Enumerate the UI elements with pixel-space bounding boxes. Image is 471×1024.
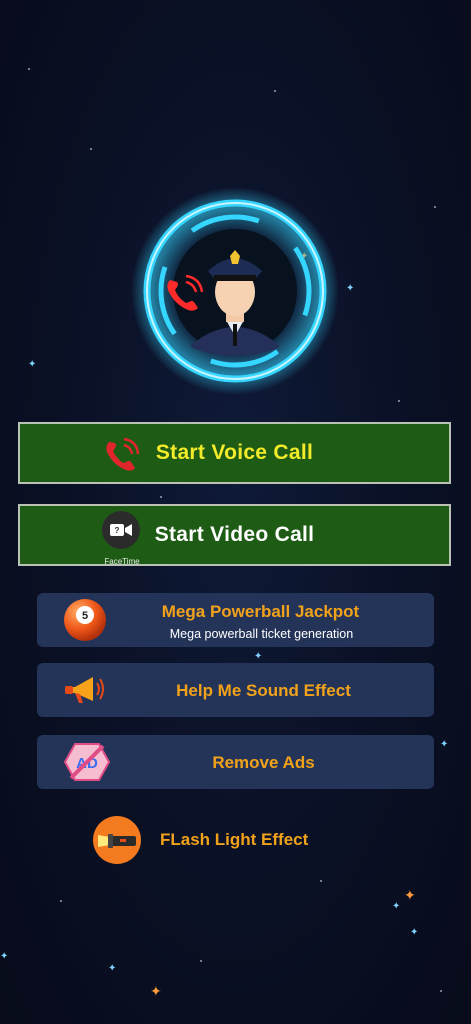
flashlight-icon	[93, 816, 141, 864]
video-call-label: Start Video Call	[154, 523, 315, 546]
jackpot-subtitle: Mega powerball ticket generation	[169, 627, 354, 641]
star-dot	[60, 900, 62, 902]
sparkle-icon: ✦	[404, 887, 416, 903]
sparkle-icon: ✦	[150, 983, 162, 999]
help-me-title: Help Me Sound Effect	[176, 681, 351, 700]
star-dot	[398, 400, 400, 402]
star-dot	[160, 496, 162, 498]
star-dot	[320, 880, 322, 882]
sparkle-icon: ✦	[0, 951, 9, 962]
star-dot	[274, 90, 276, 92]
police-call-hero[interactable]	[130, 186, 340, 396]
sparkle-icon: ✦	[440, 739, 449, 750]
police-officer-call-icon	[131, 187, 339, 395]
voice-call-label: Start Voice Call	[155, 441, 314, 464]
star-dot	[28, 68, 30, 70]
remove-ads-title: Remove Ads	[212, 753, 315, 772]
star-dot	[434, 206, 436, 208]
sparkle-icon: ✦	[392, 901, 401, 912]
remove-ads-button[interactable]: AD Remove Ads	[37, 735, 434, 789]
facetime-caption: FaceTime	[104, 557, 140, 566]
start-video-call-button[interactable]: ? FaceTime Start Video Call	[18, 504, 451, 566]
mega-powerball-jackpot-button[interactable]: 5 Mega Powerball Jackpot Mega powerball …	[37, 593, 434, 647]
sparkle-icon: ✦	[108, 963, 117, 974]
sparkle-icon: ✦	[410, 927, 419, 938]
start-voice-call-button[interactable]: Start Voice Call	[18, 422, 451, 484]
flash-light-effect-button[interactable]: FLash Light Effect	[92, 815, 352, 865]
app-screen: ✦ ✦ ✦ ✦ ✦ ✦ ✦ ✦ ✦ ✦ ✦ ✦	[0, 0, 471, 1024]
sparkle-icon: ✦	[28, 359, 37, 370]
star-dot	[90, 148, 92, 150]
jackpot-title: Mega Powerball Jackpot	[161, 602, 360, 621]
star-dot	[200, 960, 202, 962]
sparkle-icon: ✦	[254, 651, 263, 662]
star-dot	[440, 990, 442, 992]
flash-light-title: FLash Light Effect	[160, 830, 309, 849]
help-me-sound-effect-button[interactable]: Help Me Sound Effect	[37, 663, 434, 717]
sparkle-icon: ✦	[346, 283, 355, 294]
